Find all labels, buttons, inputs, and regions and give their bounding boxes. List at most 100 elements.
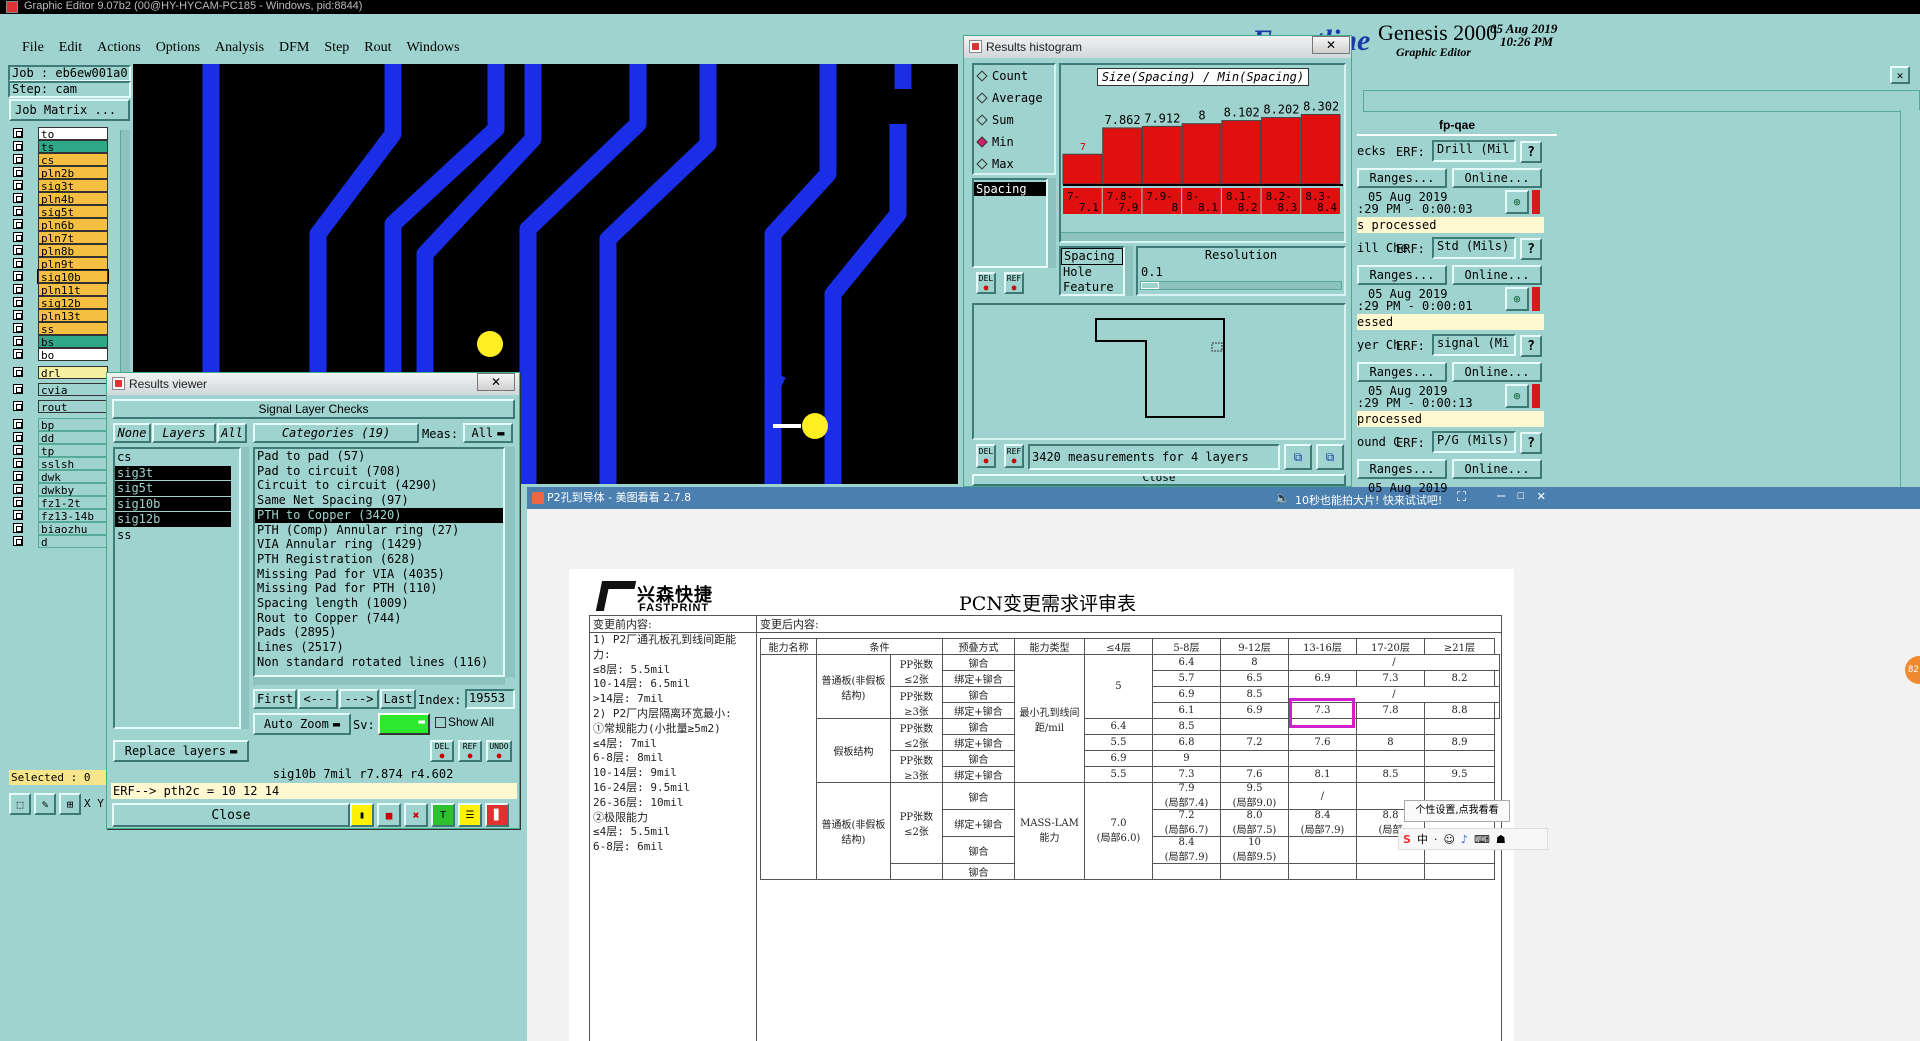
- results-layer-item[interactable]: sig5t: [115, 481, 231, 496]
- tool-select-icon[interactable]: ⬚: [9, 793, 31, 815]
- zoom-report-icon[interactable]: ⊕: [1505, 384, 1529, 408]
- layer-row[interactable]: to: [10, 127, 108, 141]
- viewer-maximize-icon[interactable]: ☐: [1517, 488, 1525, 503]
- histogram-bar[interactable]: [1221, 120, 1262, 185]
- layer-checkbox[interactable]: [13, 445, 23, 455]
- layer-checkbox[interactable]: [13, 232, 23, 242]
- ranges-button[interactable]: Ranges...: [1357, 362, 1447, 382]
- stat-radio-average[interactable]: Average: [976, 91, 1043, 105]
- layer-checkbox[interactable]: [13, 310, 23, 320]
- layer-row[interactable]: bo: [10, 348, 108, 362]
- layer-row[interactable]: sig5t: [10, 205, 108, 219]
- erf-value-field[interactable]: signal (Mi: [1432, 334, 1516, 356]
- hist-ref2-button[interactable]: REF ●: [1004, 444, 1024, 468]
- misc-layer-row[interactable]: biaozhu: [10, 522, 108, 536]
- category-item[interactable]: Non standard rotated lines (116): [255, 655, 503, 670]
- categories-button[interactable]: Categories (19): [253, 423, 419, 443]
- category-scrollbar[interactable]: [505, 447, 515, 677]
- ranges-button[interactable]: Ranges...: [1357, 168, 1447, 188]
- del-button[interactable]: DEL ●: [430, 740, 454, 762]
- menu-step[interactable]: Step: [324, 40, 349, 55]
- online-button[interactable]: Online...: [1452, 168, 1542, 188]
- keyboard-icon[interactable]: ⌨: [1474, 833, 1490, 846]
- category-item[interactable]: Same Net Spacing (97): [255, 493, 503, 508]
- misc-layer-row[interactable]: dwk: [10, 470, 108, 484]
- prev-button[interactable]: <---: [298, 689, 338, 709]
- ime-mode[interactable]: 中: [1417, 831, 1428, 847]
- viewer-minimize-icon[interactable]: —: [1497, 488, 1505, 504]
- results-layer-item[interactable]: sig10b: [115, 496, 231, 512]
- menu-windows[interactable]: Windows: [407, 40, 460, 55]
- index-input[interactable]: 19553: [465, 689, 515, 709]
- layer-checkbox[interactable]: [13, 206, 23, 216]
- layer-checkbox[interactable]: [13, 271, 23, 281]
- histogram-bar[interactable]: [1102, 127, 1142, 185]
- layer-row[interactable]: pln8b: [10, 244, 108, 258]
- tool-measure-icon[interactable]: ✎: [34, 793, 56, 815]
- sogou-icon[interactable]: S: [1403, 833, 1411, 846]
- layer-checkbox[interactable]: [13, 167, 23, 177]
- layer-checkbox[interactable]: [13, 349, 23, 359]
- sv-color-dropdown[interactable]: ▬: [378, 713, 430, 735]
- right-scrollbar[interactable]: [1900, 110, 1920, 500]
- layer-row[interactable]: sig3t: [10, 179, 108, 193]
- stat-radio-sum[interactable]: Sum: [976, 113, 1014, 127]
- type-scroll[interactable]: [1125, 246, 1133, 296]
- erf-value-field[interactable]: Drill (Mil: [1432, 140, 1516, 162]
- menu-file[interactable]: File: [22, 40, 44, 55]
- misc-layer-row[interactable]: fz1-2t: [10, 496, 108, 510]
- histogram-bar[interactable]: [1141, 125, 1182, 185]
- layer-row[interactable]: pln2b: [10, 166, 108, 180]
- all-button[interactable]: All: [217, 423, 247, 443]
- type-item[interactable]: Hole: [1061, 265, 1123, 280]
- results-category-list[interactable]: Pad to pad (57) Pad to circuit (708) Circu…: [253, 447, 505, 677]
- misc-layer-row[interactable]: dd: [10, 431, 108, 445]
- layer-checkbox[interactable]: [13, 471, 23, 481]
- layer-row[interactable]: pln4b: [10, 192, 108, 206]
- show-all-checkbox[interactable]: [435, 717, 446, 728]
- category-item[interactable]: Lines (2517): [255, 640, 503, 655]
- layer-checkbox[interactable]: [13, 458, 23, 468]
- category-item[interactable]: Rout to Copper (744): [255, 611, 503, 626]
- undo-button[interactable]: UNDO ●: [486, 740, 512, 762]
- delete-x-icon[interactable]: ✖: [404, 803, 428, 827]
- stat-radio-max[interactable]: Max: [976, 157, 1014, 171]
- zoom-report-icon[interactable]: ⊕: [1505, 287, 1529, 311]
- drill-layer-row[interactable]: drl: [10, 366, 108, 380]
- layer-checkbox[interactable]: [13, 284, 23, 294]
- misc-layer-row[interactable]: d: [10, 535, 108, 549]
- layer-checkbox[interactable]: [13, 141, 23, 151]
- layer-checkbox[interactable]: [13, 154, 23, 164]
- category-item[interactable]: Spacing length (1009): [255, 596, 503, 611]
- right-close-icon[interactable]: ✕: [1890, 66, 1910, 84]
- layer-checkbox[interactable]: [13, 419, 23, 429]
- category-item[interactable]: PTH Registration (628): [255, 552, 503, 567]
- first-button[interactable]: First: [253, 689, 297, 709]
- online-button[interactable]: Online...: [1452, 362, 1542, 382]
- viewer-fullscreen-icon[interactable]: ⛶: [1457, 490, 1466, 505]
- misc-layer-row[interactable]: dwkby: [10, 483, 108, 497]
- histogram-bar[interactable]: [1062, 153, 1103, 185]
- category-item[interactable]: VIA Annular ring (1429): [255, 537, 503, 552]
- zoom-report-icon[interactable]: ⊕: [1505, 190, 1529, 214]
- layer-row[interactable]: sig12b: [10, 296, 108, 310]
- layer-row[interactable]: pln7t: [10, 231, 108, 245]
- menu-dfm[interactable]: DFM: [279, 40, 309, 55]
- type-item[interactable]: Feature: [1061, 280, 1123, 295]
- help-icon[interactable]: ?: [1520, 335, 1542, 357]
- erf-value-field[interactable]: P/G (Mils): [1432, 431, 1516, 453]
- record-icon[interactable]: ■: [377, 803, 401, 827]
- layer-checkbox[interactable]: [13, 336, 23, 346]
- layers-button[interactable]: Layers: [152, 423, 216, 443]
- stat-radio-count[interactable]: Count: [976, 69, 1028, 83]
- ranges-button[interactable]: Ranges...: [1357, 459, 1447, 479]
- none-button[interactable]: None: [113, 423, 151, 443]
- layer-checkbox[interactable]: [13, 536, 23, 546]
- zoom-out-icon[interactable]: ⧉: [1316, 444, 1344, 470]
- type-item[interactable]: Spacing: [1061, 248, 1123, 265]
- category-item[interactable]: PTH to Copper (3420): [255, 507, 503, 523]
- measure-list[interactable]: Spacing: [972, 178, 1048, 268]
- tooltip-personal[interactable]: 个性设置,点我看看: [1404, 800, 1510, 822]
- job-matrix-button[interactable]: Job Matrix ...: [9, 99, 130, 121]
- help-icon[interactable]: ?: [1520, 432, 1542, 454]
